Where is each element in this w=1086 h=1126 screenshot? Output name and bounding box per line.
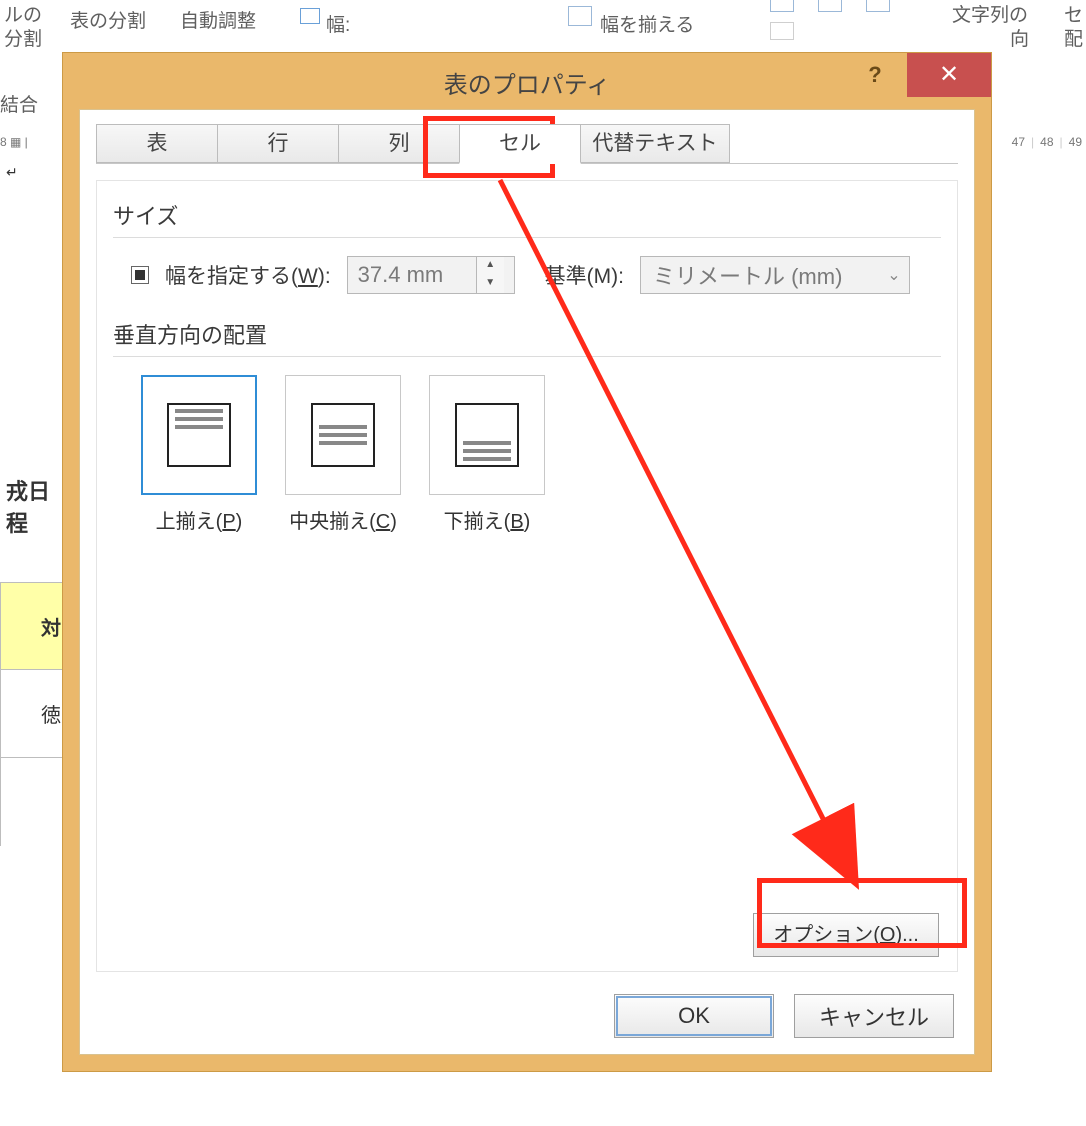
table-cell: 徳 [0,670,70,758]
tab-cell[interactable]: セル [459,124,581,164]
cancel-button[interactable]: キャンセル [794,994,954,1038]
table-properties-dialog: 表のプロパティ ? ✕ 表 行 列 セル 代替テキスト サイズ 幅を指定する(W… [62,52,992,1072]
section-size: サイズ [113,199,941,231]
cell-tab-panel: サイズ 幅を指定する(W): ▲▼ 基準(M): ミリメートル (mm) ⌄ 垂… [96,180,958,972]
distribute-icon [568,6,592,26]
ribbon-text: 幅: [326,10,350,37]
valign-top[interactable]: 上揃え(P) [141,375,257,534]
tab-column[interactable]: 列 [338,124,460,164]
base-unit-value: ミリメートル (mm) [641,259,879,291]
valign-center-label: 中央揃え(C) [285,505,401,534]
valign-bottom-label: 下揃え(B) [429,505,545,534]
ribbon-text: 向 [1010,24,1029,51]
width-input[interactable] [348,257,476,293]
valign-options: 上揃え(P) 中央揃え(C) 下揃え(B) [113,375,941,534]
valign-bottom[interactable]: 下揃え(B) [429,375,545,534]
align-icon [866,0,890,12]
ribbon-text: 結合 [0,90,38,117]
ruler-mark: | [1060,135,1063,149]
doc-text: 戎日程 [0,470,70,542]
ribbon-text: 表の分割 [70,6,146,33]
chevron-down-icon: ⌄ [879,265,909,285]
section-valign: 垂直方向の配置 [113,318,941,350]
ruler-mark: 49 [1069,135,1082,149]
width-spinner[interactable]: ▲▼ [347,256,515,294]
valign-center[interactable]: 中央揃え(C) [285,375,401,534]
autofit-icon [300,8,320,24]
align-icon [818,0,842,12]
spin-up-icon: ▲ [477,257,504,275]
ruler-mark: | [1031,135,1034,149]
document-behind: ↵ 戎日程 対 徳 [0,160,70,1126]
base-unit-combo[interactable]: ミリメートル (mm) ⌄ [640,256,910,294]
options-button[interactable]: オプション(O)... [753,913,939,957]
ribbon-text: 分割 [4,24,42,51]
tab-table[interactable]: 表 [96,124,218,164]
base-label: 基準(M): [545,260,624,290]
ruler-mark: 47 [1012,135,1025,149]
ribbon-text: ルの [4,0,42,27]
ribbon-text: 配 [1064,24,1083,51]
ribbon-text: 幅を揃える [600,10,694,37]
ribbon-text: 自動調整 [180,6,256,33]
paragraph-mark: ↵ [0,160,70,320]
divider [113,356,941,357]
tab-alt-text[interactable]: 代替テキスト [580,124,730,164]
ribbon-text: 文字列の [952,0,1028,27]
width-checkbox[interactable] [131,266,149,284]
help-button[interactable]: ? [851,57,899,93]
tab-row[interactable]: 行 [217,124,339,164]
ribbon-text: セ [1064,0,1083,27]
spin-down-icon: ▼ [477,275,504,293]
divider [113,237,941,238]
align-icon [770,0,794,12]
valign-top-label: 上揃え(P) [141,505,257,534]
ok-button[interactable]: OK [614,994,774,1038]
ruler-mark: 48 [1040,135,1053,149]
tab-strip: 表 行 列 セル 代替テキスト [96,124,729,164]
spinner-arrows[interactable]: ▲▼ [476,257,504,293]
align-icon [770,22,794,40]
width-checkbox-label[interactable]: 幅を指定する(W): [165,260,331,290]
close-button[interactable]: ✕ [907,53,991,97]
dialog-buttons: OK キャンセル [614,994,954,1038]
dialog-titlebar[interactable]: 表のプロパティ ? ✕ [63,53,991,101]
ruler-left: 8 ▦ | [0,135,28,149]
size-row: 幅を指定する(W): ▲▼ 基準(M): ミリメートル (mm) ⌄ [113,256,941,294]
table-cell [0,758,70,846]
dialog-client: 表 行 列 セル 代替テキスト サイズ 幅を指定する(W): ▲▼ 基準(M):… [79,109,975,1055]
table-header-cell: 対 [0,582,70,670]
